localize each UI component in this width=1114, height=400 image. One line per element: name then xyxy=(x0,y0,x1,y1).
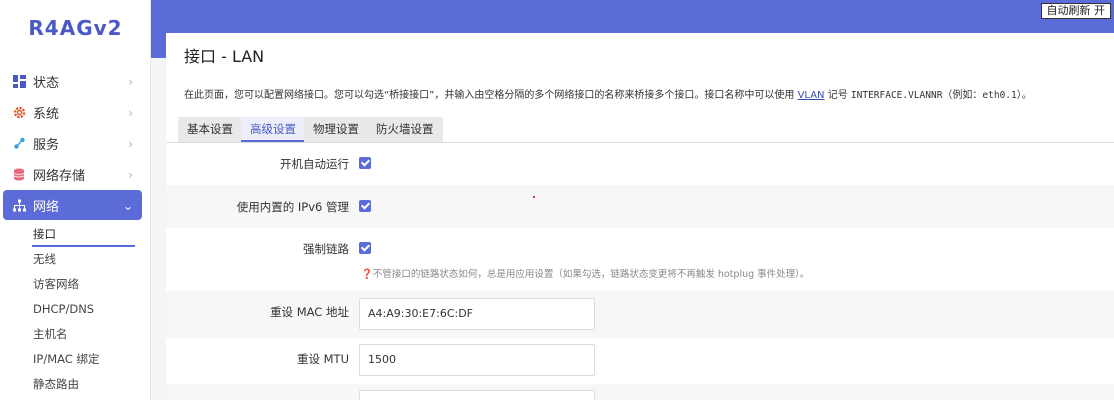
sidebar-item-label: 网络存储 xyxy=(33,169,86,184)
mtu-row: 重设 MTU 1500 xyxy=(166,338,1114,384)
description-code: INTERFACE.VLANNR xyxy=(850,90,943,101)
auto-refresh-toggle[interactable]: 自动刷新 开 xyxy=(1040,3,1111,19)
mtu-label: 重设 MTU xyxy=(296,352,349,366)
info-icon: ❓ xyxy=(361,269,373,280)
description-text: 在此页面，您可以配置网络接口。您可以勾选“桥接接口”，并输入由空格分隔的多个网络… xyxy=(184,90,795,101)
brand-logo[interactable]: R4AGv2 xyxy=(0,16,151,40)
mac-row: 重设 MAC 地址 A4:A9:30:E7:6C:DF xyxy=(166,291,1114,338)
submenu-item-guest-network[interactable]: 访客网络 xyxy=(0,272,151,297)
sidebar-item-label: 网络 xyxy=(33,199,60,215)
next-input[interactable] xyxy=(359,390,595,400)
force-link-hint-text: 不管接口的链路状态如何，总是用应用设置（如果勾选，链路状态变更将不再触发 hot… xyxy=(372,269,810,280)
chevron-right-icon: › xyxy=(128,137,133,151)
force-link-hint: ❓不管接口的链路状态如何，总是用应用设置（如果勾选，链路状态变更将不再触发 ho… xyxy=(361,266,809,280)
page-description: 在此页面，您可以配置网络接口。您可以勾选“桥接接口”，并输入由空格分隔的多个网络… xyxy=(184,86,1032,101)
main-card: 接口 - LAN 在此页面，您可以配置网络接口。您可以勾选“桥接接口”，并输入由… xyxy=(166,33,1114,400)
sitemap-icon xyxy=(12,198,26,212)
submenu-item-interfaces[interactable]: 接口 xyxy=(0,222,151,247)
database-icon xyxy=(12,168,26,182)
ipv6-row: 使用内置的 IPv6 管理 xyxy=(166,185,1114,228)
dashboard-icon xyxy=(12,75,26,89)
force-link-label: 强制链路 xyxy=(303,242,349,256)
mtu-input[interactable]: 1500 xyxy=(359,344,595,376)
sidebar-item-label: 服务 xyxy=(33,138,60,153)
autostart-row: 开机自动运行 xyxy=(166,143,1114,185)
chevron-down-icon: ⌄ xyxy=(122,199,133,213)
sidebar: R4AGv2 状态 › 系统 › 服务 › 网络存储 › 网络 ⌄ 接口 无线 … xyxy=(0,0,151,400)
settings-tabs: 基本设置 高级设置 物理设置 防火墙设置 xyxy=(166,117,1114,143)
ipv6-checkbox[interactable] xyxy=(359,200,371,212)
sidebar-item-label: 系统 xyxy=(33,107,60,122)
tab-basic-settings[interactable]: 基本设置 xyxy=(178,117,242,142)
sidebar-menu: 状态 › 系统 › 服务 › 网络存储 › 网络 ⌄ 接口 无线 访客网络 DH… xyxy=(0,66,151,397)
mac-label: 重设 MAC 地址 xyxy=(270,305,349,319)
description-text: （例如： xyxy=(942,90,983,101)
submenu-item-ip-mac-binding[interactable]: IP/MAC 绑定 xyxy=(0,347,151,372)
force-link-checkbox[interactable] xyxy=(359,242,371,254)
tab-firewall-settings[interactable]: 防火墙设置 xyxy=(367,117,443,142)
gear-icon xyxy=(12,106,26,120)
page-title: 接口 - LAN xyxy=(184,47,265,66)
share-icon xyxy=(12,137,26,151)
sidebar-item-system[interactable]: 系统 › xyxy=(0,97,151,128)
mac-address-input[interactable]: A4:A9:30:E7:6C:DF xyxy=(359,298,595,330)
description-text: 记号 xyxy=(827,90,848,101)
autostart-label: 开机自动运行 xyxy=(280,157,349,171)
network-submenu: 接口 无线 访客网络 DHCP/DNS 主机名 IP/MAC 绑定 静态路由 xyxy=(0,222,151,397)
chevron-right-icon: › xyxy=(128,106,133,120)
stray-mark xyxy=(533,196,535,198)
ipv6-label: 使用内置的 IPv6 管理 xyxy=(236,200,349,214)
description-code: eth0.1 xyxy=(982,90,1017,101)
submenu-item-dhcp-dns[interactable]: DHCP/DNS xyxy=(0,297,151,322)
sidebar-item-services[interactable]: 服务 › xyxy=(0,128,151,159)
force-link-row: 强制链路 ❓不管接口的链路状态如何，总是用应用设置（如果勾选，链路状态变更将不再… xyxy=(166,228,1114,291)
submenu-item-wireless[interactable]: 无线 xyxy=(0,247,151,272)
tab-physical-settings[interactable]: 物理设置 xyxy=(304,117,368,142)
submenu-item-hostnames[interactable]: 主机名 xyxy=(0,322,151,347)
sidebar-item-status[interactable]: 状态 › xyxy=(0,66,151,97)
sidebar-item-label: 状态 xyxy=(33,76,60,91)
description-text: ）。 xyxy=(1016,90,1032,101)
autostart-checkbox[interactable] xyxy=(359,157,371,169)
next-row xyxy=(166,384,1114,400)
tab-advanced-settings[interactable]: 高级设置 xyxy=(241,117,305,142)
submenu-item-static-routes[interactable]: 静态路由 xyxy=(0,372,151,397)
chevron-right-icon: › xyxy=(128,168,133,182)
sidebar-item-network[interactable]: 网络 ⌄ xyxy=(3,190,142,220)
sidebar-item-nas[interactable]: 网络存储 › xyxy=(0,159,151,190)
chevron-right-icon: › xyxy=(128,75,133,89)
vlan-link[interactable]: VLAN xyxy=(798,90,825,101)
